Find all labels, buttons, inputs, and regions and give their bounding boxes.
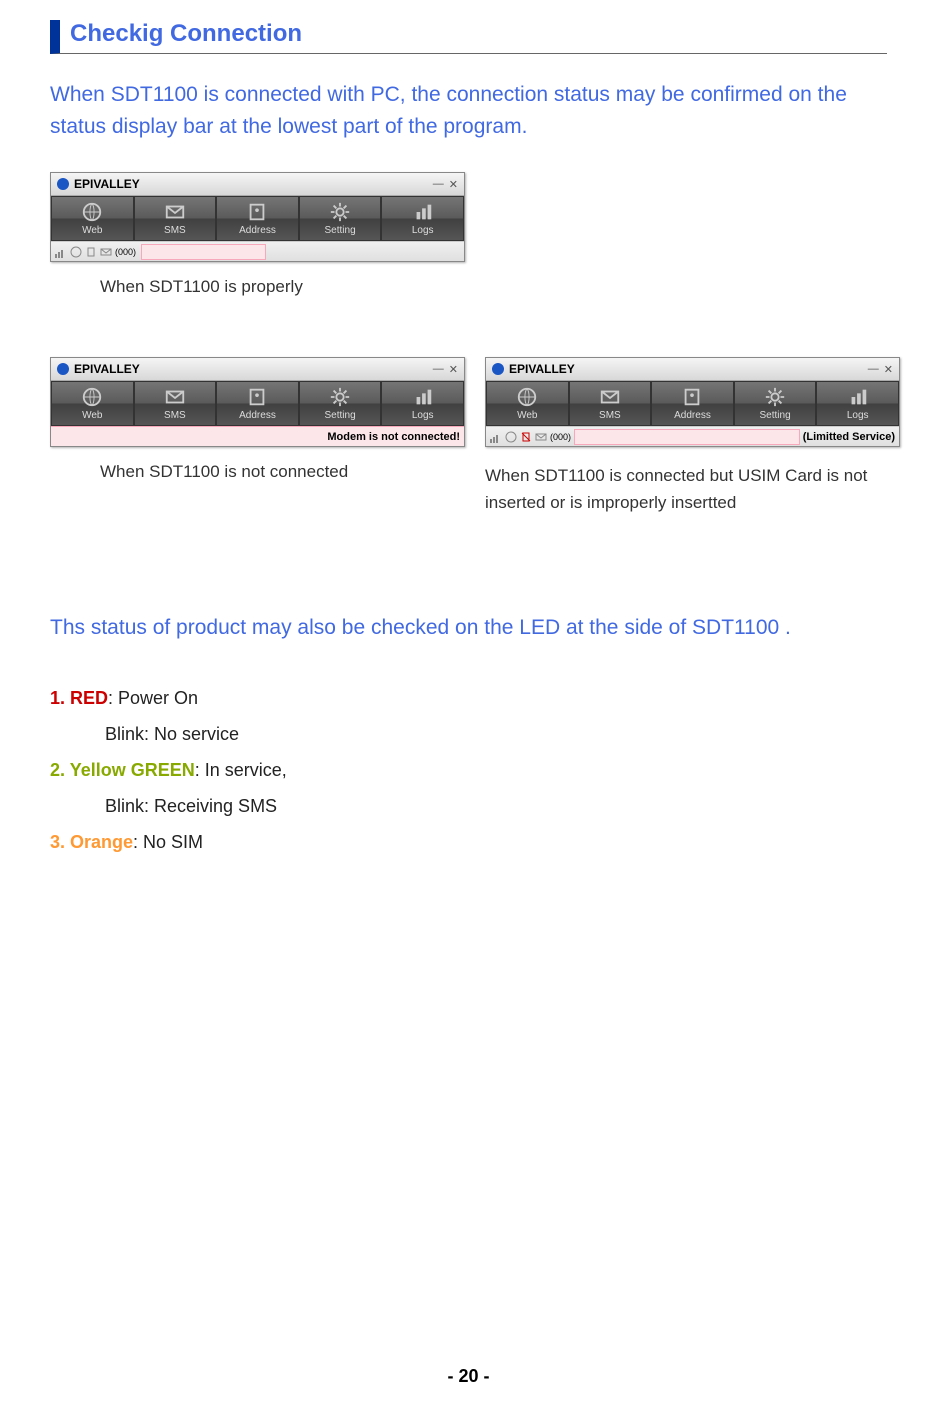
led-green-blink: Blink: Receiving SMS <box>105 788 887 824</box>
addressbook-icon <box>244 386 270 408</box>
signal-icon <box>490 431 502 443</box>
address-button[interactable]: Address <box>216 381 299 426</box>
titlebar: EPIVALLEY — ✕ <box>51 173 464 196</box>
chart-icon <box>410 201 436 223</box>
app-title: EPIVALLEY <box>74 362 140 376</box>
led-red-desc: : Power On <box>108 688 198 708</box>
address-button[interactable]: Address <box>216 196 299 241</box>
status-bar-limited: (000) (Limitted Service) <box>486 426 899 446</box>
minimize-icon[interactable]: — <box>868 363 879 376</box>
page-number: - 20 - <box>0 1366 937 1387</box>
app-window-limited: EPIVALLEY — ✕ Web SMS Address <box>485 357 900 447</box>
close-icon[interactable]: ✕ <box>449 178 458 191</box>
caption-not-connected: When SDT1100 is not connected <box>100 462 465 482</box>
toolbar: Web SMS Address Setting Logs <box>486 381 899 426</box>
logs-button[interactable]: Logs <box>381 381 464 426</box>
app-icon <box>57 178 69 190</box>
led-intro: Ths status of product may also be checke… <box>50 616 887 640</box>
status-limited-indicator <box>574 429 800 445</box>
app-window-connected: EPIVALLEY — ✕ Web SMS Address <box>50 172 465 262</box>
web-button[interactable]: Web <box>51 196 134 241</box>
titlebar: EPIVALLEY — ✕ <box>51 358 464 381</box>
signal-icon <box>55 246 67 258</box>
app-window-not-connected: EPIVALLEY — ✕ Web SMS Address <box>50 357 465 447</box>
envelope-icon <box>162 386 188 408</box>
led-list: 1. RED: Power On Blink: No service 2. Ye… <box>50 680 887 860</box>
setting-button[interactable]: Setting <box>299 196 382 241</box>
toolbar: Web SMS Address Setting Logs <box>51 196 464 241</box>
gear-icon <box>327 201 353 223</box>
status-bar-error: Modem is not connected! <box>51 426 464 446</box>
nosim-icon <box>520 431 532 443</box>
setting-button[interactable]: Setting <box>734 381 817 426</box>
envelope-icon <box>162 201 188 223</box>
gear-icon <box>327 386 353 408</box>
status-indicator <box>141 244 266 260</box>
chart-icon <box>845 386 871 408</box>
addressbook-icon <box>244 201 270 223</box>
connect-icon <box>70 246 82 258</box>
led-red-label: 1. RED <box>50 688 108 708</box>
sms-button[interactable]: SMS <box>569 381 652 426</box>
section-title: Checkig Connection <box>50 20 887 54</box>
minimize-icon[interactable]: — <box>433 178 444 191</box>
led-orange-label: 3. Orange <box>50 832 133 852</box>
globe-icon <box>79 386 105 408</box>
titlebar: EPIVALLEY — ✕ <box>486 358 899 381</box>
envelope-icon <box>597 386 623 408</box>
close-icon[interactable]: ✕ <box>449 363 458 376</box>
chart-icon <box>410 386 436 408</box>
caption-limited: When SDT1100 is connected but USIM Card … <box>485 462 905 516</box>
sms-button[interactable]: SMS <box>134 196 217 241</box>
app-title: EPIVALLEY <box>74 177 140 191</box>
setting-button[interactable]: Setting <box>299 381 382 426</box>
led-red-blink: Blink: No service <box>105 716 887 752</box>
globe-icon <box>79 201 105 223</box>
led-green-desc: : In service, <box>195 760 287 780</box>
app-icon <box>492 363 504 375</box>
web-button[interactable]: Web <box>51 381 134 426</box>
logs-button[interactable]: Logs <box>381 196 464 241</box>
led-green-label: 2. Yellow GREEN <box>50 760 195 780</box>
intro-paragraph: When SDT1100 is connected with PC, the c… <box>50 79 887 142</box>
web-button[interactable]: Web <box>486 381 569 426</box>
close-icon[interactable]: ✕ <box>884 363 893 376</box>
status-bar: (000) <box>51 241 464 261</box>
sms-button[interactable]: SMS <box>134 381 217 426</box>
app-title: EPIVALLEY <box>509 362 575 376</box>
connect-icon <box>505 431 517 443</box>
status-limited: (Limitted Service) <box>803 431 895 443</box>
addressbook-icon <box>679 386 705 408</box>
globe-icon <box>514 386 540 408</box>
toolbar: Web SMS Address Setting Logs <box>51 381 464 426</box>
logs-button[interactable]: Logs <box>816 381 899 426</box>
address-button[interactable]: Address <box>651 381 734 426</box>
status-count: (000) <box>550 432 571 442</box>
status-not-connected: Modem is not connected! <box>327 431 460 443</box>
gear-icon <box>762 386 788 408</box>
doc-icon <box>85 246 97 258</box>
app-icon <box>57 363 69 375</box>
mail-icon <box>100 246 112 258</box>
led-orange-desc: : No SIM <box>133 832 203 852</box>
status-count: (000) <box>115 247 136 257</box>
minimize-icon[interactable]: — <box>433 363 444 376</box>
caption-connected: When SDT1100 is properly <box>100 277 465 297</box>
mail-icon <box>535 431 547 443</box>
